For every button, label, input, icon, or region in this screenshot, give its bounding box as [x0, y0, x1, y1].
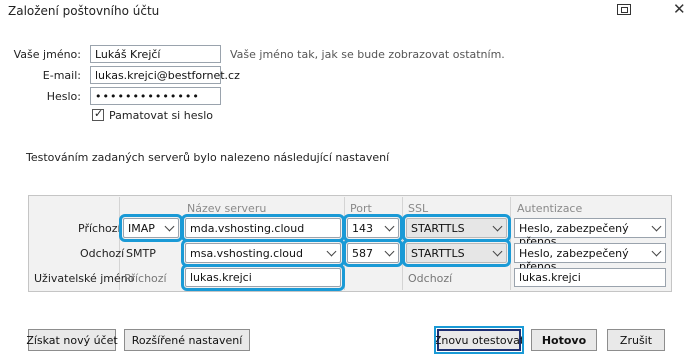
outgoing-username-field[interactable]: lukas.krejci	[514, 268, 666, 287]
new-account-button[interactable]: Získat nový účet	[26, 329, 118, 351]
name-label: Vaše jméno:	[13, 48, 81, 61]
remember-password-label[interactable]: Pamatovat si heslo	[109, 109, 213, 122]
password-field[interactable]: ••••••••••••••	[90, 87, 221, 105]
chevron-down-icon	[492, 221, 503, 232]
outgoing-port-value: 587	[352, 247, 373, 260]
incoming-username-field[interactable]: lukas.krejci	[181, 264, 345, 291]
password-label: Heslo:	[46, 90, 81, 103]
header-ssl: SSL	[408, 202, 429, 215]
chevron-down-icon	[384, 221, 395, 232]
incoming-protocol-value: IMAP	[128, 222, 155, 235]
chevron-down-icon	[164, 221, 175, 232]
username-incoming-label: Příchozí	[124, 272, 167, 285]
header-server-name: Název serveru	[187, 202, 267, 215]
cancel-button[interactable]: Zrušit	[607, 329, 665, 351]
outgoing-ssl-value: STARTTLS	[411, 247, 465, 260]
name-field[interactable]: Lukáš Krejčí	[90, 45, 221, 63]
header-port: Port	[350, 202, 372, 215]
email-field[interactable]: lukas.krejci@bestfornet.cz	[90, 66, 240, 84]
username-label: Uživatelské jméno	[34, 272, 135, 285]
incoming-ssl-select[interactable]: STARTTLS	[402, 214, 511, 242]
found-settings-text: Testováním zadaných serverů bylo nalezen…	[26, 151, 390, 164]
chevron-down-icon	[651, 221, 662, 232]
window-title: Založení poštovního účtu	[8, 4, 160, 18]
chevron-down-icon	[384, 246, 395, 257]
chevron-down-icon	[492, 246, 503, 257]
remember-password-checkbox[interactable]	[92, 107, 104, 121]
incoming-ssl-value: STARTTLS	[411, 222, 465, 235]
chevron-down-icon	[651, 246, 662, 257]
header-auth: Autentizace	[517, 202, 583, 215]
username-outgoing-label: Odchozí	[408, 272, 453, 285]
incoming-label: Příchozí	[78, 222, 121, 235]
outgoing-label: Odchozí	[80, 247, 125, 260]
incoming-protocol-select[interactable]: IMAP	[119, 214, 183, 242]
outgoing-port-select[interactable]: 587	[343, 239, 403, 267]
email-label: E-mail:	[42, 69, 81, 82]
close-icon[interactable]: ✕	[673, 0, 686, 18]
name-hint: Vaše jméno tak, jak se bude zobrazovat o…	[230, 48, 505, 61]
outgoing-ssl-select[interactable]: STARTTLS	[402, 239, 511, 267]
outgoing-server-select[interactable]: msa.vshosting.cloud	[181, 239, 345, 267]
incoming-port-select[interactable]: 143	[343, 214, 403, 242]
done-button[interactable]: Hotovo	[531, 329, 597, 351]
incoming-auth-select[interactable]: Heslo, zabezpečený přenos	[514, 218, 666, 248]
outgoing-protocol: SMTP	[126, 247, 156, 260]
incoming-port-value: 143	[352, 222, 373, 235]
outgoing-server-value: msa.vshosting.cloud	[190, 247, 303, 260]
retest-button[interactable]: Znovu otestovat	[434, 326, 524, 354]
outgoing-auth-select[interactable]: Heslo, zabezpečený přenos	[514, 243, 666, 273]
incoming-server-field[interactable]: mda.vshosting.cloud	[181, 214, 345, 242]
advanced-settings-button[interactable]: Rozšířené nastavení	[124, 329, 250, 351]
window-mode-icon[interactable]	[617, 4, 631, 15]
chevron-down-icon	[326, 246, 337, 257]
